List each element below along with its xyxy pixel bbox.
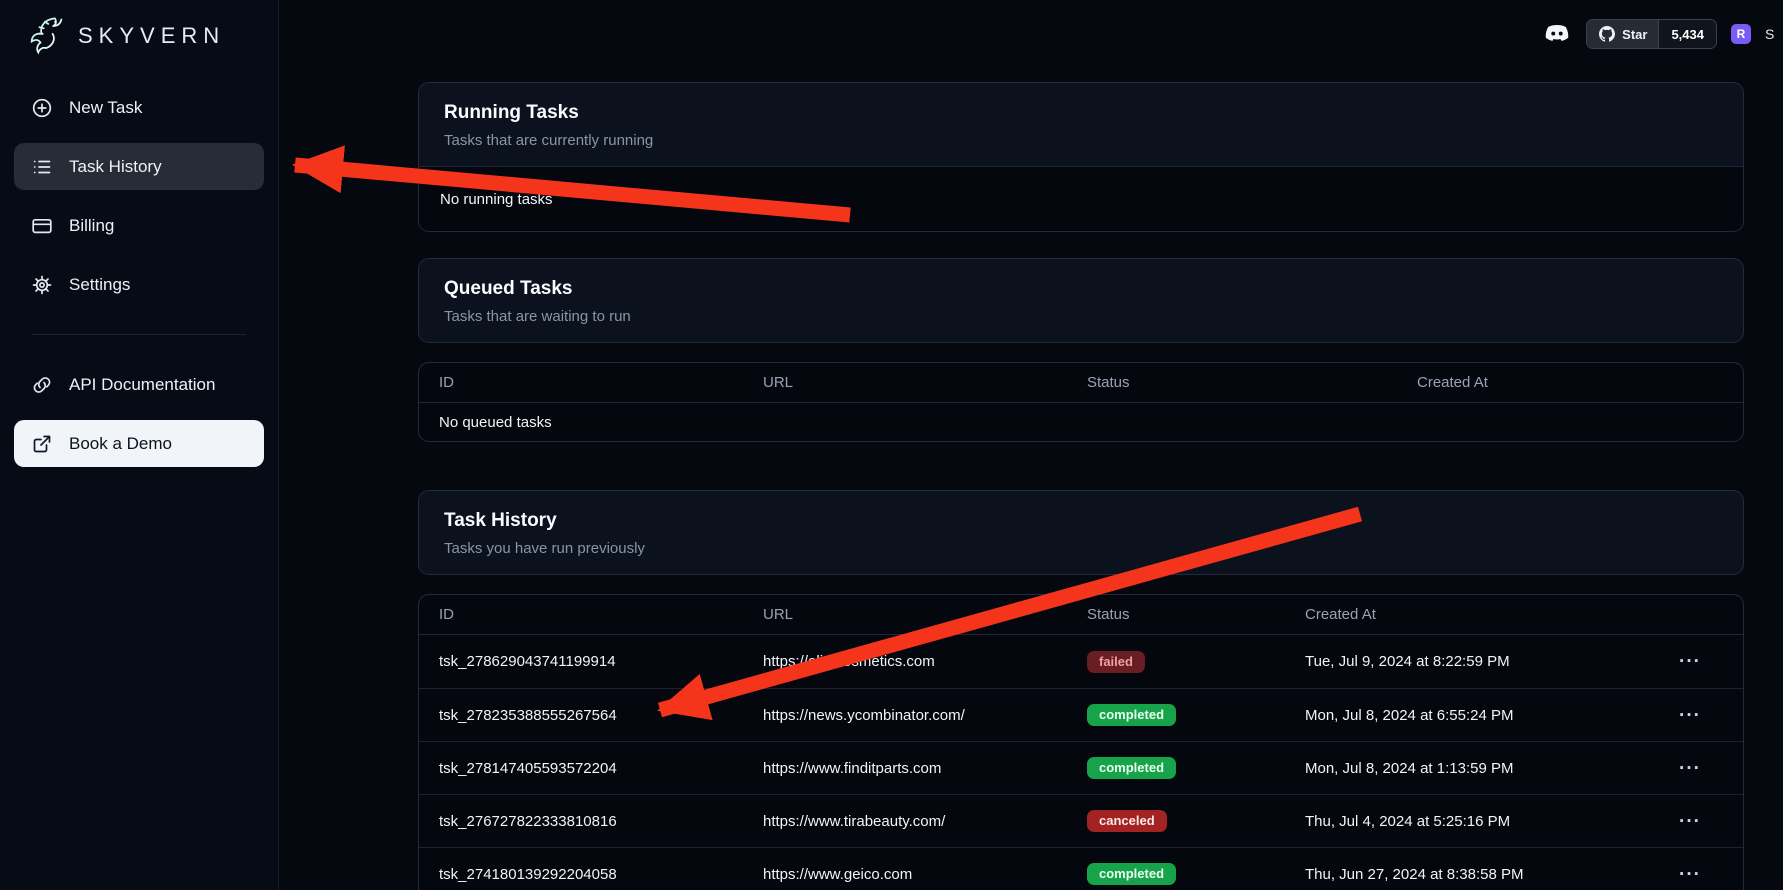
- gear-icon: [31, 274, 53, 296]
- github-star-count: 5,434: [1658, 20, 1716, 48]
- app-logo[interactable]: SKYVERN: [0, 0, 278, 68]
- sidebar-item-label: API Documentation: [69, 375, 215, 395]
- list-icon: [31, 156, 53, 178]
- github-icon: [1598, 26, 1615, 43]
- table-row[interactable]: tsk_274180139292204058 https://www.geico…: [419, 847, 1743, 890]
- sidebar-item-api-documentation[interactable]: API Documentation: [14, 361, 264, 408]
- table-row[interactable]: tsk_276727822333810816 https://www.tirab…: [419, 794, 1743, 847]
- table-header-row: ID URL Status Created At: [419, 363, 1743, 403]
- app-name: SKYVERN: [78, 23, 225, 49]
- column-header-url: URL: [763, 374, 1087, 391]
- table-row[interactable]: tsk_278147405593572204 https://www.findi…: [419, 741, 1743, 794]
- row-actions-button[interactable]: [1679, 812, 1701, 831]
- running-tasks-card: Running Tasks Tasks that are currently r…: [418, 82, 1744, 232]
- sidebar-item-book-a-demo[interactable]: Book a Demo: [14, 420, 264, 467]
- task-created-at: Thu, Jun 27, 2024 at 8:38:58 PM: [1305, 866, 1679, 883]
- status-badge: completed: [1087, 704, 1176, 726]
- sidebar-nav: New Task Task History Billing: [0, 68, 278, 467]
- task-history-header: Task History Tasks you have run previous…: [419, 491, 1743, 574]
- table-row[interactable]: tsk_278235388555267564 https://news.ycom…: [419, 688, 1743, 741]
- status-badge: completed: [1087, 757, 1176, 779]
- sidebar-item-label: Book a Demo: [69, 434, 172, 454]
- queued-tasks-header: Queued Tasks Tasks that are waiting to r…: [419, 259, 1743, 342]
- avatar[interactable]: R: [1731, 24, 1751, 44]
- running-tasks-empty: No running tasks: [419, 167, 1743, 231]
- task-history-table: ID URL Status Created At tsk_27862904374…: [418, 594, 1744, 890]
- task-history-section: Task History Tasks you have run previous…: [418, 490, 1744, 890]
- task-created-at: Mon, Jul 8, 2024 at 6:55:24 PM: [1305, 707, 1679, 724]
- sidebar-item-label: New Task: [69, 98, 142, 118]
- row-actions-button[interactable]: [1679, 759, 1701, 778]
- sidebar-item-new-task[interactable]: New Task: [14, 84, 264, 131]
- task-id: tsk_276727822333810816: [419, 813, 763, 830]
- user-name-truncated: S: [1765, 26, 1779, 42]
- task-id: tsk_274180139292204058: [419, 866, 763, 883]
- row-actions-button[interactable]: [1679, 865, 1701, 884]
- column-header-status: Status: [1087, 606, 1305, 623]
- external-link-icon: [31, 433, 53, 455]
- task-url: https://www.finditparts.com: [763, 760, 1087, 777]
- sidebar-item-task-history[interactable]: Task History: [14, 143, 264, 190]
- card-title: Queued Tasks: [444, 278, 1718, 300]
- task-url: https://news.ycombinator.com/: [763, 707, 1087, 724]
- table-header-row: ID URL Status Created At: [419, 595, 1743, 635]
- github-star-label: Star: [1622, 27, 1647, 42]
- plus-circle-icon: [31, 97, 53, 119]
- status-badge: canceled: [1087, 810, 1167, 832]
- topbar: Star 5,434 R S: [279, 0, 1783, 68]
- card-subtitle: Tasks that are currently running: [444, 132, 1718, 149]
- sidebar-item-settings[interactable]: Settings: [14, 261, 264, 308]
- sidebar: SKYVERN New Task Task History: [0, 0, 279, 890]
- task-created-at: Mon, Jul 8, 2024 at 1:13:59 PM: [1305, 760, 1679, 777]
- task-id: tsk_278235388555267564: [419, 707, 763, 724]
- sidebar-item-label: Task History: [69, 157, 162, 177]
- running-tasks-header: Running Tasks Tasks that are currently r…: [419, 83, 1743, 167]
- column-header-id: ID: [419, 374, 763, 391]
- task-url: https://www.geico.com: [763, 866, 1087, 883]
- sidebar-item-billing[interactable]: Billing: [14, 202, 264, 249]
- column-header-created-at: Created At: [1417, 374, 1743, 391]
- status-badge: completed: [1087, 863, 1176, 885]
- sidebar-item-label: Settings: [69, 275, 130, 295]
- task-history-card: Task History Tasks you have run previous…: [418, 490, 1744, 575]
- row-actions-button[interactable]: [1679, 652, 1701, 671]
- discord-icon[interactable]: [1542, 22, 1572, 46]
- task-id: tsk_278147405593572204: [419, 760, 763, 777]
- task-created-at: Thu, Jul 4, 2024 at 5:25:16 PM: [1305, 813, 1679, 830]
- status-badge: failed: [1087, 651, 1145, 673]
- skyvern-dragon-icon: [24, 14, 68, 58]
- github-star-widget[interactable]: Star 5,434: [1586, 19, 1717, 49]
- card-title: Task History: [444, 510, 1718, 532]
- credit-card-icon: [31, 215, 53, 237]
- task-id: tsk_278629043741199914: [419, 653, 763, 670]
- queued-tasks-table: ID URL Status Created At No queued tasks: [418, 362, 1744, 442]
- sidebar-item-label: Billing: [69, 216, 114, 236]
- link-icon: [31, 374, 53, 396]
- task-url: https://elitecosmetics.com: [763, 653, 1087, 670]
- card-subtitle: Tasks you have run previously: [444, 540, 1718, 557]
- card-title: Running Tasks: [444, 102, 1718, 124]
- queued-tasks-empty: No queued tasks: [419, 403, 1743, 441]
- column-header-url: URL: [763, 606, 1087, 623]
- queued-tasks-section: Queued Tasks Tasks that are waiting to r…: [418, 258, 1744, 442]
- main-content: Running Tasks Tasks that are currently r…: [418, 82, 1744, 890]
- column-header-created-at: Created At: [1305, 606, 1679, 623]
- sidebar-divider: [32, 334, 246, 335]
- task-url: https://www.tirabeauty.com/: [763, 813, 1087, 830]
- queued-tasks-card: Queued Tasks Tasks that are waiting to r…: [418, 258, 1744, 343]
- card-subtitle: Tasks that are waiting to run: [444, 308, 1718, 325]
- task-created-at: Tue, Jul 9, 2024 at 8:22:59 PM: [1305, 653, 1679, 670]
- row-actions-button[interactable]: [1679, 706, 1701, 725]
- column-header-id: ID: [419, 606, 763, 623]
- table-row[interactable]: tsk_278629043741199914 https://elitecosm…: [419, 635, 1743, 688]
- column-header-status: Status: [1087, 374, 1417, 391]
